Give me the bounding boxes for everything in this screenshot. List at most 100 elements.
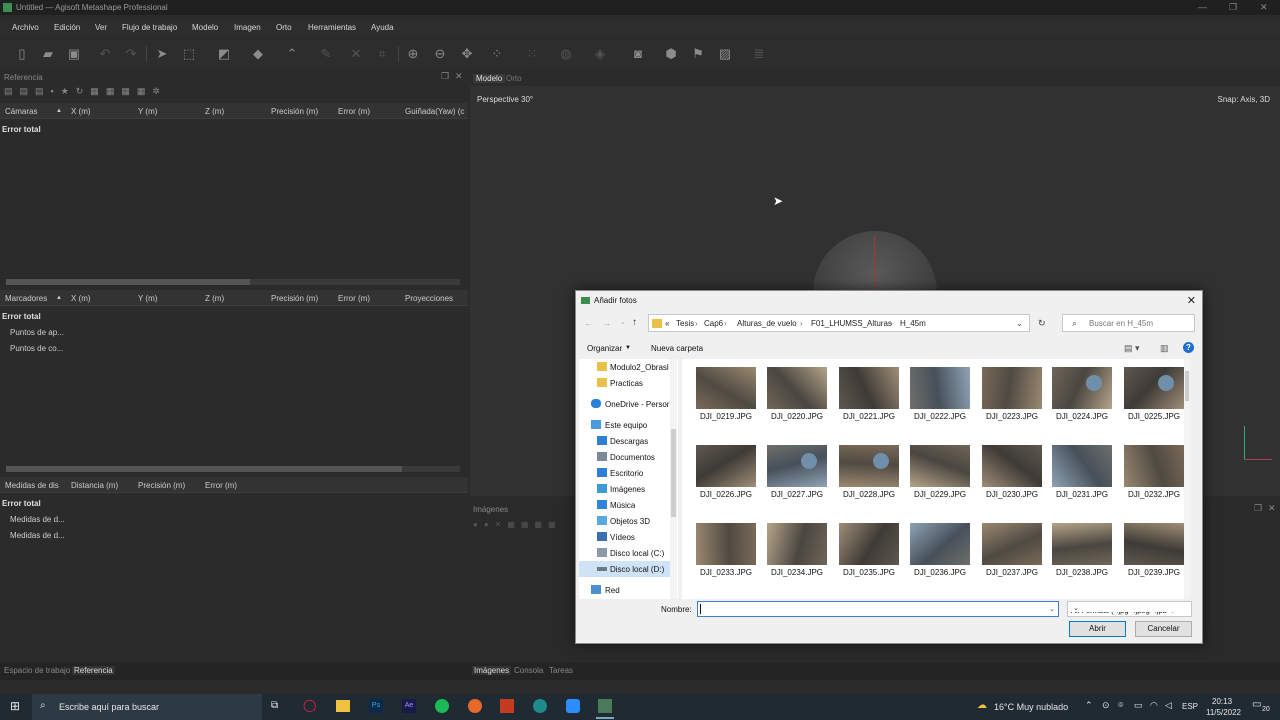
image-thumbnail[interactable] xyxy=(767,523,827,565)
tray-chevron-icon[interactable]: ⌃ xyxy=(1085,700,1093,711)
nav-item-documents[interactable]: Documentos xyxy=(579,449,671,465)
col-precision[interactable]: Precisión (m) xyxy=(138,481,185,490)
undo-icon[interactable]: ↶ xyxy=(97,46,113,62)
redo-icon[interactable]: ↷ xyxy=(123,46,139,62)
image-thumbnail[interactable] xyxy=(1124,367,1184,409)
tab-console[interactable]: Consola xyxy=(514,666,543,675)
flag-icon[interactable]: ⚑ xyxy=(690,46,706,62)
table-row[interactable]: Error total xyxy=(2,125,41,134)
image-thumbnail[interactable] xyxy=(1124,445,1184,487)
spotify-icon[interactable] xyxy=(435,699,449,713)
undock-icon[interactable]: ❐ xyxy=(1254,503,1262,514)
image-thumbnail[interactable] xyxy=(910,445,970,487)
menu-ayuda[interactable]: Ayuda xyxy=(371,23,394,32)
notification-icon[interactable]: ▭ xyxy=(1252,699,1261,710)
show-cameras-icon[interactable]: ⁘ xyxy=(489,46,505,62)
horizontal-scrollbar[interactable] xyxy=(6,466,460,472)
nav-item-drive-c[interactable]: Disco local (C:) xyxy=(579,545,671,561)
breadcrumb-item[interactable]: Cap6 xyxy=(704,319,723,328)
nav-item-modulo2[interactable]: Modulo2_Obrasl xyxy=(579,359,671,375)
nav-scrollbar[interactable] xyxy=(670,359,677,599)
nav-item-pictures[interactable]: Imágenes xyxy=(579,481,671,497)
table-row[interactable]: Puntos de co... xyxy=(10,344,63,353)
tab-images[interactable]: Imágenes xyxy=(472,666,512,675)
ruler-icon[interactable]: ⌃ xyxy=(284,46,300,62)
photoshop-icon[interactable]: Ps xyxy=(369,699,383,713)
nav-item-music[interactable]: Música xyxy=(579,497,671,513)
dialog-close-icon[interactable]: ✕ xyxy=(1187,294,1196,307)
organize-button[interactable]: Organizar xyxy=(587,344,622,353)
zoom-in-icon[interactable]: ⊕ xyxy=(405,46,421,62)
col-precision[interactable]: Precisión (m) xyxy=(271,107,318,116)
model-icon[interactable]: ◈ xyxy=(592,46,608,62)
menu-edicion[interactable]: Edición xyxy=(54,23,80,32)
image-thumbnail[interactable] xyxy=(839,523,899,565)
back-icon[interactable]: ← xyxy=(584,318,593,328)
nav-item-3d-objects[interactable]: Objetos 3D xyxy=(579,513,671,529)
powerpoint-icon[interactable] xyxy=(500,699,514,713)
col-x[interactable]: X (m) xyxy=(71,107,91,116)
nav-item-desktop[interactable]: Escritorio xyxy=(579,465,671,481)
recent-dropdown-icon[interactable]: ⌄ xyxy=(620,318,626,326)
close-icon[interactable]: ✕ xyxy=(1260,2,1268,13)
delete-icon[interactable]: ✕ xyxy=(348,46,364,62)
file-explorer-icon[interactable] xyxy=(336,700,350,712)
volume-icon[interactable]: ◁ xyxy=(1165,700,1172,711)
menu-ver[interactable]: Ver xyxy=(95,23,107,32)
filename-input[interactable]: ⌄ xyxy=(697,601,1059,617)
col-y[interactable]: Y (m) xyxy=(138,107,157,116)
preview-pane-icon[interactable]: ▥ xyxy=(1160,343,1169,354)
nav-item-videos[interactable]: Vídeos xyxy=(579,529,671,545)
task-view-icon[interactable]: ⧉ xyxy=(271,700,278,711)
image-thumbnail[interactable] xyxy=(696,367,756,409)
image-thumbnail[interactable] xyxy=(839,367,899,409)
file-scrollbar[interactable] xyxy=(1184,359,1190,599)
language-indicator[interactable]: ESP xyxy=(1182,702,1198,711)
col-distance[interactable]: Distancia (m) xyxy=(71,481,118,490)
tray-app-icon[interactable]: ⊙ xyxy=(1102,700,1110,711)
dense-cloud-icon[interactable]: ◍ xyxy=(558,46,574,62)
open-folder-icon[interactable]: ▰ xyxy=(40,46,56,62)
menu-orto[interactable]: Orto xyxy=(276,23,292,32)
tab-workspace[interactable]: Espacio de trabajo xyxy=(4,666,70,675)
col-scalebars[interactable]: Medidas de dis xyxy=(5,481,59,490)
opera-icon[interactable]: ◯ xyxy=(303,698,316,712)
col-x[interactable]: X (m) xyxy=(71,294,91,303)
pointer-icon[interactable]: ➤ xyxy=(154,46,170,62)
metashape-icon[interactable] xyxy=(598,699,612,713)
draw-icon[interactable]: ✎ xyxy=(318,46,334,62)
nav-item-network[interactable]: Red xyxy=(579,582,671,598)
col-error[interactable]: Error (m) xyxy=(338,107,370,116)
minimize-icon[interactable]: — xyxy=(1198,2,1207,12)
image-thumbnail[interactable] xyxy=(982,523,1042,565)
chevron-down-icon[interactable]: ⌄ xyxy=(1049,605,1055,613)
zoom-out-icon[interactable]: ⊖ xyxy=(432,46,448,62)
image-thumbnail[interactable] xyxy=(982,445,1042,487)
taskbar-search[interactable]: ⌕ Escribe aquí para buscar xyxy=(32,694,262,720)
view-options-icon[interactable]: ▤ ▾ xyxy=(1124,343,1140,354)
zoom-icon[interactable] xyxy=(566,699,580,713)
after-effects-icon[interactable]: Ae xyxy=(402,699,416,713)
menu-modelo[interactable]: Modelo xyxy=(192,23,218,32)
cancel-button[interactable]: Cancelar xyxy=(1135,621,1192,637)
navigate-icon[interactable]: ◆ xyxy=(250,46,266,62)
col-error[interactable]: Error (m) xyxy=(205,481,237,490)
shape-icon[interactable]: ⬢ xyxy=(663,46,679,62)
col-precision[interactable]: Precisión (m) xyxy=(271,294,318,303)
search-input[interactable]: ⌕ Buscar en H_45m xyxy=(1062,314,1195,332)
save-icon[interactable]: ▣ xyxy=(66,46,82,62)
crop-icon[interactable]: ⌗ xyxy=(374,46,390,62)
breadcrumb-overflow[interactable]: « xyxy=(665,319,669,328)
menu-imagen[interactable]: Imagen xyxy=(234,23,261,32)
breadcrumb-item[interactable]: Alturas_de vuelo xyxy=(737,319,797,328)
col-z[interactable]: Z (m) xyxy=(205,107,224,116)
up-folder-icon[interactable]: ↑ xyxy=(632,317,637,328)
tab-modelo[interactable]: Modelo xyxy=(473,74,506,83)
refresh-icon[interactable]: ↻ xyxy=(1038,318,1046,329)
select-tool-icon[interactable]: ◩ xyxy=(216,46,232,62)
image-thumbnail[interactable] xyxy=(696,523,756,565)
image-thumbnail[interactable] xyxy=(696,445,756,487)
windows-start-icon[interactable]: ⊞ xyxy=(10,699,20,713)
image-thumbnail[interactable] xyxy=(767,367,827,409)
clock-date[interactable]: 11/5/2022 xyxy=(1206,708,1241,717)
